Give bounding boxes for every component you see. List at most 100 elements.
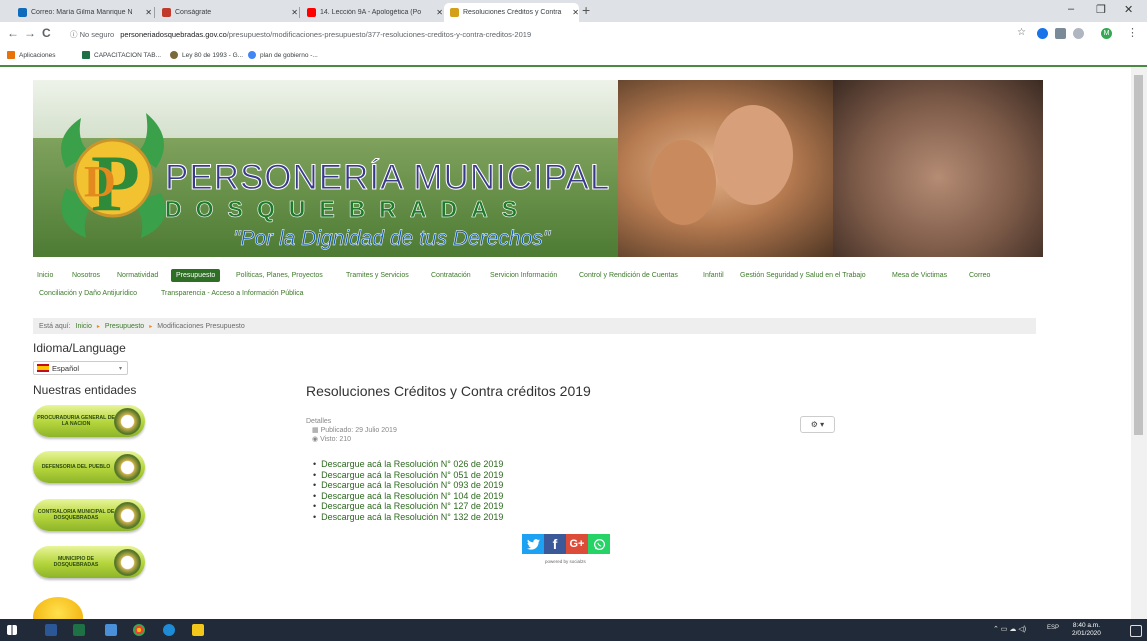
smiley-icon[interactable] (33, 597, 83, 619)
social-share-bar: f G+ (522, 534, 610, 554)
file-explorer-icon[interactable] (105, 624, 117, 636)
entities-heading: Nuestras entidades (33, 383, 137, 397)
page-scrollbar[interactable] (1131, 67, 1147, 619)
menu-item-seguridad[interactable]: Gestión Seguridad y Salud en el Trabajo (740, 272, 866, 279)
download-link[interactable]: Descargue acá la Resolución N° 127 de 20… (313, 501, 503, 512)
new-tab-button[interactable]: + (582, 2, 590, 18)
chevron-down-icon: ▾ (118, 365, 122, 372)
close-tab-icon[interactable]: ✕ (145, 8, 152, 17)
published-date: ▦ Publicado: 29 Julio 2019 (312, 427, 397, 434)
bookmark-ley80[interactable]: Ley 80 de 1993 - G... (170, 51, 243, 59)
maximize-button[interactable]: ❐ (1096, 3, 1106, 16)
banner-slogan: "Por la Dignidad de tus Derechos" (233, 227, 551, 251)
close-tab-icon[interactable]: ✕ (291, 8, 298, 17)
powered-by-text: powered by social2s (545, 559, 586, 564)
menu-item-presupuesto[interactable]: Presupuesto (171, 269, 221, 282)
tab-strip: Correo: María Gilma Manrique N ✕ Conságr… (0, 0, 1147, 22)
entity-label: CONTRALORIA MUNICIPAL DE DOSQUEBRADAS (37, 509, 115, 521)
entity-label: MUNICIPIO DE DOSQUEBRADAS (53, 556, 99, 568)
chrome-icon[interactable] (133, 624, 145, 636)
menu-item-normatividad[interactable]: Normatividad (117, 272, 158, 279)
extension-icon[interactable] (1055, 28, 1066, 39)
banner-elder-photo (833, 80, 1043, 257)
download-link[interactable]: Descargue acá la Resolución N° 132 de 20… (313, 512, 503, 523)
download-link[interactable]: Descargue acá la Resolución N° 026 de 20… (313, 459, 503, 470)
tab-label: 14. Lección 9A - Apologética (Po (320, 9, 422, 16)
site-banner[interactable]: P D PERSONERÍA MUNICIPAL DOSQUEBRADAS "P… (33, 80, 1043, 257)
twitter-icon[interactable] (522, 534, 544, 554)
notification-icon[interactable] (1130, 625, 1142, 637)
bookmark-apps[interactable]: Aplicaciones (7, 51, 56, 59)
breadcrumb-inicio[interactable]: Inicio (76, 323, 92, 330)
tab-correo[interactable]: Correo: María Gilma Manrique N ✕ (12, 3, 152, 22)
menu-item-transparencia[interactable]: Transparencia - Acceso a Información Púb… (161, 290, 304, 297)
details-label: Detalles (306, 418, 332, 425)
breadcrumb: Está aquí: Inicio ▸ Presupuesto ▸ Modifi… (33, 318, 1036, 334)
close-tab-icon[interactable]: ✕ (436, 8, 443, 17)
menu-item-infantil[interactable]: Infantil (703, 272, 724, 279)
edge-icon[interactable] (163, 624, 175, 636)
menu-item-politicas[interactable]: Políticas, Planes, Proyectos (236, 272, 323, 279)
menu-item-conciliacion[interactable]: Conciliación y Daño Antijurídico (39, 290, 137, 297)
calendar-icon: ▦ (312, 427, 321, 434)
bookmark-capacitacion[interactable]: CAPACITACION TAB... (82, 51, 161, 59)
menu-item-correo[interactable]: Correo (969, 272, 990, 279)
tab-resoluciones[interactable]: Resoluciones Créditos y Contra ✕ (444, 3, 579, 22)
sticky-notes-icon[interactable] (192, 624, 204, 636)
spain-flag-icon (37, 364, 49, 372)
download-link[interactable]: Descargue acá la Resolución N° 051 de 20… (313, 470, 503, 481)
menu-item-contratacion[interactable]: Contratación (431, 272, 471, 279)
tray-icons[interactable]: ⌃ ▭ ☁ ◁) (993, 625, 1026, 633)
minimize-button[interactable]: – (1068, 3, 1074, 15)
menu-item-informacion[interactable]: Servicion Información (490, 272, 557, 279)
shield-icon[interactable] (1073, 28, 1084, 39)
menu-item-inicio[interactable]: Inicio (37, 272, 53, 279)
article-tools-button[interactable]: ⚙ ▾ (800, 416, 835, 433)
menu-item-tramites[interactable]: Tramites y Servicios (346, 272, 409, 279)
facebook-icon[interactable]: f (544, 534, 566, 554)
whatsapp-icon[interactable] (588, 534, 610, 554)
scrollbar-thumb[interactable] (1134, 75, 1143, 435)
system-clock[interactable]: 8:40 a.m. 2/01/2020 (1072, 622, 1101, 638)
google-plus-icon[interactable]: G+ (566, 534, 588, 554)
download-link[interactable]: Descargue acá la Resolución N° 104 de 20… (313, 491, 503, 502)
windows-start-icon[interactable] (7, 625, 17, 635)
close-window-button[interactable]: ✕ (1124, 3, 1133, 16)
address-bar[interactable]: ⓘ No seguro personeriadosquebradas.gov.c… (70, 25, 990, 43)
input-language[interactable]: ESP (1047, 625, 1059, 631)
excel-icon[interactable] (73, 624, 85, 636)
menu-item-victimas[interactable]: Mesa de Victimas (892, 272, 947, 279)
download-list: Descargue acá la Resolución N° 026 de 20… (313, 459, 503, 523)
not-secure-indicator[interactable]: ⓘ No seguro (70, 29, 114, 40)
breadcrumb-presupuesto[interactable]: Presupuesto (105, 323, 144, 330)
view-count: ◉ Visto: 210 (312, 436, 352, 443)
apps-grid-icon (7, 51, 15, 59)
entity-procuraduria-button[interactable]: PROCURADURIA GENERAL DE LA NACION (33, 405, 145, 437)
tab-leccion[interactable]: 14. Lección 9A - Apologética (Po ✕ (301, 3, 443, 22)
menu-item-control[interactable]: Control y Rendición de Cuentas (579, 272, 678, 279)
clock-time: 8:40 a.m. (1072, 622, 1101, 629)
entity-municipio-button[interactable]: MUNICIPIO DE DOSQUEBRADAS (33, 546, 145, 578)
twitter-bird-icon (526, 538, 540, 550)
entity-defensoria-button[interactable]: DEFENSORIA DEL PUEBLO (33, 451, 145, 483)
bookmark-star-icon[interactable]: ☆ (1017, 27, 1026, 38)
menu-item-nosotros[interactable]: Nosotros (72, 272, 100, 279)
language-value: Español (52, 363, 80, 373)
windows-taskbar: ⌃ ▭ ☁ ◁) ESP 8:40 a.m. 2/01/2020 (0, 619, 1147, 641)
word-icon[interactable] (45, 624, 57, 636)
language-select[interactable]: Español ▾ (33, 361, 128, 375)
entity-contraloria-button[interactable]: CONTRALORIA MUNICIPAL DE DOSQUEBRADAS (33, 499, 145, 531)
reload-button[interactable]: C (42, 26, 51, 40)
chrome-menu-icon[interactable]: ⋮ (1127, 26, 1138, 39)
clock-date: 2/01/2020 (1072, 630, 1101, 637)
download-link[interactable]: Descargue acá la Resolución N° 093 de 20… (313, 480, 503, 491)
back-button[interactable]: ← (7, 26, 19, 40)
forward-button[interactable]: → (24, 26, 36, 40)
tab-consagrate[interactable]: Conságrate ✕ (156, 3, 298, 22)
bookmark-plan-gobierno[interactable]: plan de gobierno -... (248, 51, 318, 59)
extension-icon[interactable] (1037, 28, 1048, 39)
banner-title: PERSONERÍA MUNICIPAL (164, 158, 611, 198)
seal-icon (170, 51, 178, 59)
close-tab-icon[interactable]: ✕ (572, 8, 579, 17)
profile-avatar[interactable]: M (1101, 28, 1112, 39)
